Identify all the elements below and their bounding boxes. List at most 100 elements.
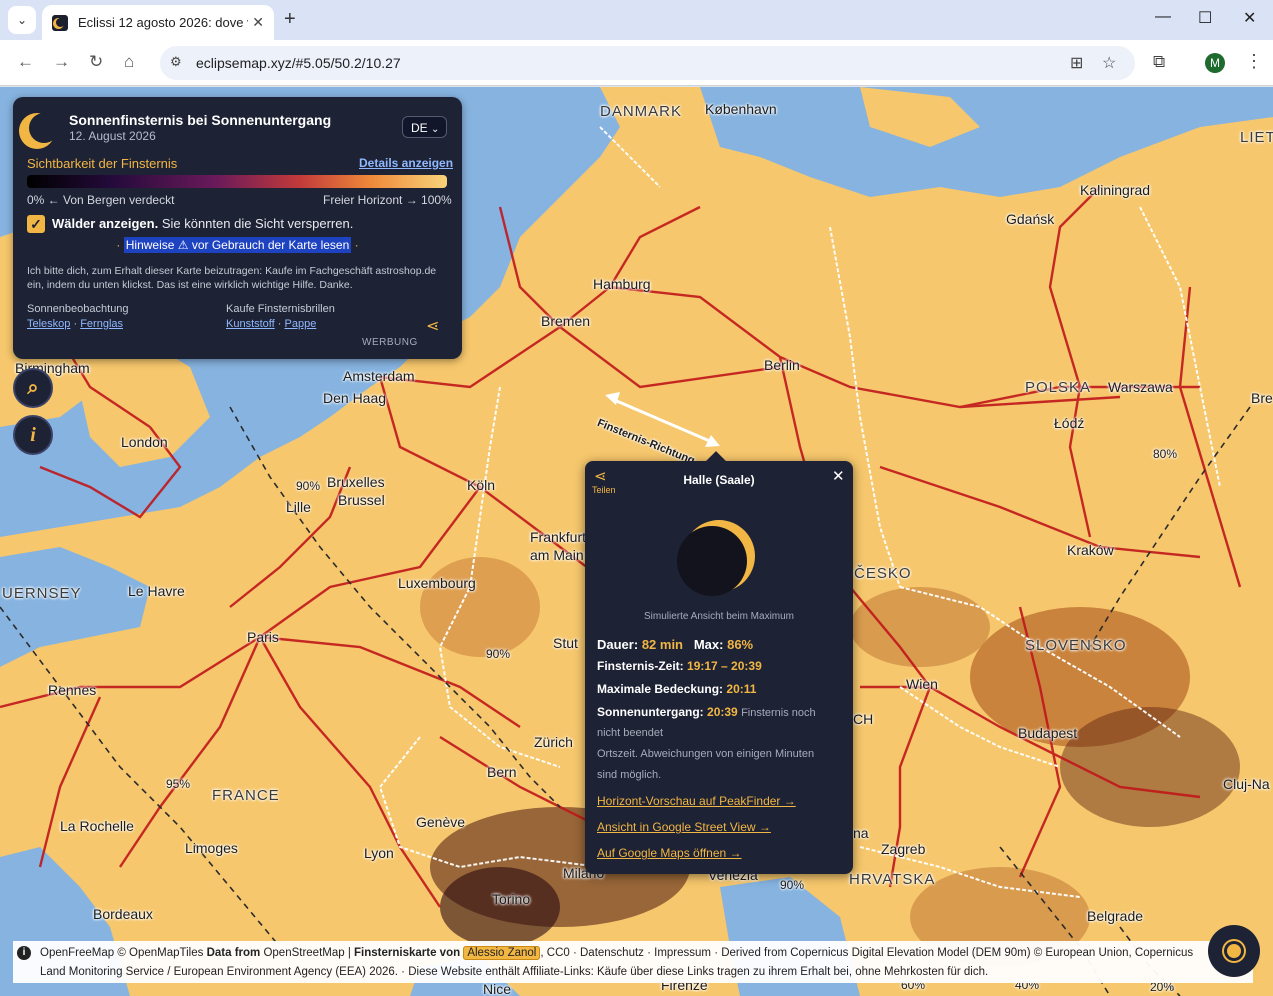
map-label-lille: Lille (286, 499, 311, 515)
panel-title: Sonnenfinsternis bei Sonnenuntergang (69, 112, 332, 128)
map-label-la-rochelle: La Rochelle (60, 818, 134, 834)
map-label-krakow: Kraków (1067, 542, 1114, 558)
map-label-den-haag: Den Haag (323, 390, 387, 406)
map-label-london: London (121, 434, 168, 450)
map-label-hrvatska: HRVATSKA (849, 871, 936, 888)
max-label: Max: (693, 637, 724, 652)
home-icon[interactable]: ⌂ (124, 52, 134, 72)
map-label-gdansk: Gdańsk (1006, 211, 1055, 227)
map-label-zagreb: Zagreb (881, 841, 926, 857)
duration-row: Dauer: 82 min Max: 86% (597, 637, 753, 652)
address-bar[interactable]: ⚙ eclipsemap.xyz/#5.05/50.2/10.27 ⊞ ☆ (160, 46, 1135, 80)
glasses-column: Kaufe Finsternisbrillen Kunststoff · Pap… (226, 303, 335, 330)
chevron-down-icon: ⌄ (431, 124, 440, 135)
forest-label: Wälder anzeigen. Sie könnten die Sicht v… (52, 216, 353, 231)
attr-line1-e[interactable]: , CC0 · Datenschutz · Impressum · Derive… (540, 947, 1193, 959)
install-icon[interactable]: ⊞ (1070, 53, 1083, 73)
language-select[interactable]: DE ⌄ (402, 116, 447, 138)
cardboard-glasses-link[interactable]: Pappe (285, 318, 317, 330)
close-icon[interactable]: ✕ (832, 467, 845, 485)
forest-checkbox[interactable]: ✓ (27, 215, 45, 233)
map-label-lodz: Łódź (1054, 415, 1085, 431)
observation-title: Sonnenbeobachtung (27, 303, 129, 315)
minimize-icon[interactable]: — (1155, 8, 1171, 26)
author-link[interactable]: Alessio Zanol (463, 946, 541, 960)
panel-date: 12. August 2026 (69, 129, 156, 143)
street-view-link[interactable]: Ansicht in Google Street View → (597, 820, 771, 834)
map-label-frankfurt: Frankfurt (530, 529, 587, 545)
sunset-note: Finsternis noch (741, 707, 816, 719)
map-label-kaliningrad: Kaliningrad (1080, 182, 1151, 198)
attr-line1-a[interactable]: OpenFreeMap © OpenMapTiles (40, 947, 207, 959)
back-icon[interactable]: ← (17, 52, 34, 72)
map-label-rennes: Rennes (48, 682, 97, 698)
map-label-brest: Bre (1251, 390, 1273, 406)
sunset-row: Sonnenuntergang: 20:39 Finsternis noch (597, 705, 816, 719)
info-icon[interactable]: i (17, 946, 31, 960)
observation-column: Sonnenbeobachtung Teleskop · Fernglas (27, 303, 129, 330)
hint-link[interactable]: Hinweise ⚠ vor Gebrauch der Karte lesen (123, 237, 352, 253)
map-label-polska: POLSKA (1025, 379, 1092, 396)
close-icon[interactable]: ✕ (252, 14, 264, 31)
sun-position-button[interactable] (1208, 925, 1260, 977)
map-label-amsterdam: Amsterdam (343, 368, 415, 384)
tab-search-icon[interactable]: ⌄ (8, 6, 36, 34)
new-tab-icon[interactable]: + (284, 8, 296, 31)
glasses-title: Kaufe Finsternisbrillen (226, 303, 335, 315)
window-close-icon[interactable]: ✕ (1243, 8, 1256, 28)
details-link[interactable]: Details anzeigen (359, 156, 453, 170)
map-label-bremen: Bremen (541, 313, 591, 329)
percent-label: 90% (486, 647, 511, 661)
percent-label: 80% (1153, 447, 1178, 461)
plastic-glasses-link[interactable]: Kunststoff (226, 318, 275, 330)
menu-icon[interactable]: ⋮ (1245, 51, 1263, 72)
eclipse-time-label: Finsternis-Zeit: (597, 659, 684, 673)
reload-icon[interactable]: ↻ (89, 52, 103, 72)
percent-label: 95% (166, 777, 191, 791)
map-label-ljubljana: na (853, 825, 869, 841)
percent-label: 90% (296, 479, 321, 493)
attr-line1-d: Finsterniskarte von (354, 947, 461, 959)
share-icon[interactable]: ⋖ (426, 316, 439, 336)
map-label-bruxelles: Bruxelles (327, 474, 385, 490)
browser-toolbar: ← → ↻ ⌂ ⚙ eclipsemap.xyz/#5.05/50.2/10.2… (0, 40, 1273, 86)
forward-icon[interactable]: → (53, 52, 70, 72)
map-label-wien: Wien (906, 676, 938, 692)
attr-line1-c[interactable]: OpenStreetMap | (260, 947, 354, 959)
duration-value: 82 min (641, 637, 683, 652)
duration-label: Dauer: (597, 637, 639, 652)
search-icon[interactable]: ⌕ (13, 368, 53, 408)
map-label-cesko: ČESKO (854, 565, 912, 582)
map-label-warszawa: Warszawa (1108, 379, 1173, 395)
visibility-gradient (27, 175, 447, 188)
map-label-belgrade: Belgrade (1087, 908, 1144, 924)
url-text[interactable]: eclipsemap.xyz/#5.05/50.2/10.27 (196, 55, 401, 71)
support-text: Ich bitte dich, zum Erhalt dieser Karte … (27, 265, 437, 291)
telescope-link[interactable]: Teleskop (27, 318, 70, 330)
site-info-icon[interactable]: ⚙ (170, 54, 182, 70)
google-maps-link[interactable]: Auf Google Maps öffnen → (597, 846, 742, 860)
map-label-bern: Bern (487, 764, 517, 780)
moon-logo-icon (29, 113, 59, 143)
attribution-bar: i OpenFreeMap © OpenMapTiles Data from O… (13, 941, 1253, 983)
extensions-icon[interactable]: ⧉ (1153, 52, 1165, 72)
forest-label-bold: Wälder anzeigen. (52, 216, 159, 231)
gradient-left-label: 0% ← Von Bergen verdeckt (27, 193, 175, 207)
avatar[interactable]: M (1205, 53, 1225, 73)
map-label-slovensko: SLOVENSKO (1025, 637, 1127, 654)
peakfinder-link[interactable]: Horizont-Vorschau auf PeakFinder → (597, 794, 796, 808)
map-label-torino: Torino (492, 891, 531, 907)
binoculars-link[interactable]: Fernglas (80, 318, 123, 330)
map-label-ch: CH (853, 711, 874, 727)
info-icon[interactable]: i (13, 415, 53, 455)
map-label-geneve: Genève (416, 814, 466, 830)
attr-line1-b: Data from (206, 947, 261, 959)
ad-label: WERBUNG (362, 337, 418, 348)
map-label-lyon: Lyon (364, 845, 394, 861)
popup-title: Halle (Saale) (683, 473, 755, 487)
active-tab[interactable]: Eclissi 12 agosto 2026: dove vedere ✕ (42, 5, 274, 40)
tab-favicon-icon (52, 14, 68, 31)
hint-row: · Hinweise ⚠ vor Gebrauch der Karte lese… (116, 237, 359, 253)
bookmark-star-icon[interactable]: ☆ (1102, 53, 1116, 73)
maximize-icon[interactable]: ☐ (1198, 8, 1212, 28)
